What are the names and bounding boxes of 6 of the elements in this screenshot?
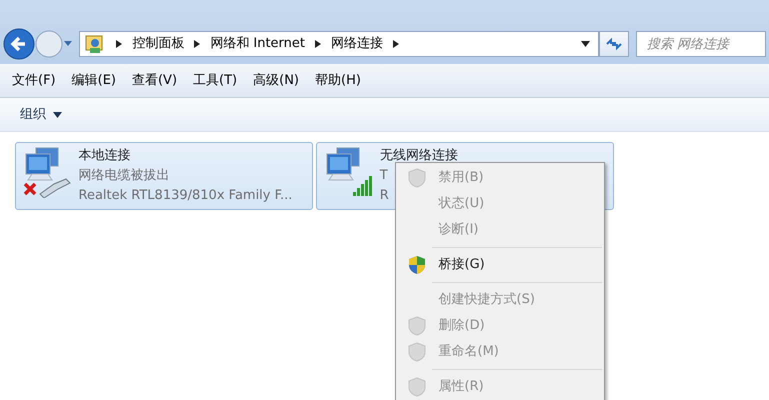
connection-status: T [380,167,388,185]
connection-status: 网络电缆被拔出 [78,167,170,185]
adapter-name: R [380,187,389,205]
adapter-name: Realtek RTL8139/810x Family F... [78,187,292,205]
connection-name: 无线网络连接 [380,147,458,165]
connection-name: 本地连接 [78,147,130,165]
